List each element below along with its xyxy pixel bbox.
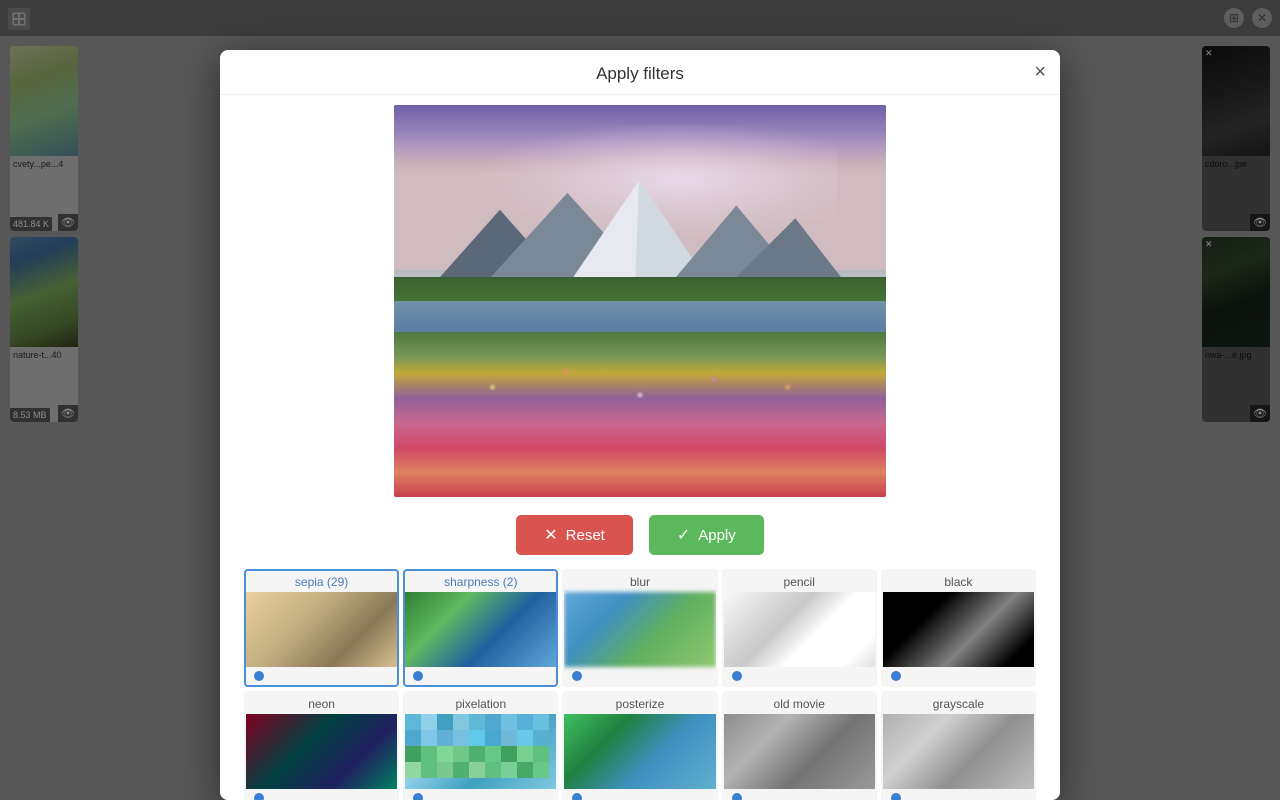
filter-pixelation-dot — [405, 789, 556, 800]
filter-grayscale-dot — [883, 789, 1034, 800]
filter-sharpness[interactable]: sharpness (2) — [403, 569, 558, 687]
modal-header: Apply filters × — [220, 50, 1060, 95]
modal-body: ✕ Reset ✓ Apply sepia (29) sharpne — [220, 95, 1060, 800]
filter-pencil-thumb — [724, 592, 875, 667]
filter-sepia[interactable]: sepia (29) — [244, 569, 399, 687]
filter-posterize-label: posterize — [564, 693, 715, 714]
apply-button[interactable]: ✓ Apply — [649, 515, 764, 555]
filter-pencil[interactable]: pencil — [722, 569, 877, 687]
filter-neon-thumb — [246, 714, 397, 789]
filter-grid: sepia (29) sharpness (2) blur — [240, 569, 1040, 800]
filter-old-movie[interactable]: old movie — [722, 691, 877, 800]
filter-pencil-label: pencil — [724, 571, 875, 592]
modal-title: Apply filters — [596, 64, 684, 84]
filter-black-thumb — [883, 592, 1034, 667]
filter-blur-thumb — [564, 592, 715, 667]
filter-sharpness-label: sharpness (2) — [405, 571, 556, 592]
filter-oldmovie-dot — [724, 789, 875, 800]
filter-oldmovie-thumb — [724, 714, 875, 789]
filter-pixelation-thumb — [405, 714, 556, 789]
reset-label: Reset — [566, 527, 605, 544]
filter-neon-label: neon — [246, 693, 397, 714]
preview-area — [240, 105, 1040, 497]
action-buttons: ✕ Reset ✓ Apply — [240, 507, 1040, 569]
filter-grayscale-thumb — [883, 714, 1034, 789]
filter-pencil-dot — [724, 667, 875, 685]
filter-pixelation[interactable]: pixelation — [403, 691, 558, 800]
filter-blur[interactable]: blur — [562, 569, 717, 687]
reset-button[interactable]: ✕ Reset — [516, 515, 633, 555]
filter-neon[interactable]: neon — [244, 691, 399, 800]
filter-oldmovie-label: old movie — [724, 693, 875, 714]
filter-sepia-label: sepia (29) — [246, 571, 397, 592]
filter-grayscale-label: grayscale — [883, 693, 1034, 714]
modal-overlay: Apply filters × — [0, 0, 1280, 800]
filter-sepia-thumb — [246, 592, 397, 667]
filter-black-dot — [883, 667, 1034, 685]
apply-label: Apply — [698, 527, 736, 544]
apply-icon: ✓ — [677, 525, 690, 545]
filter-neon-dot — [246, 789, 397, 800]
filter-blur-label: blur — [564, 571, 715, 592]
filter-black[interactable]: black — [881, 569, 1036, 687]
filter-sepia-dot — [246, 667, 397, 685]
filter-grayscale[interactable]: grayscale — [881, 691, 1036, 800]
filter-sharpness-dot — [405, 667, 556, 685]
apply-filters-modal: Apply filters × — [220, 50, 1060, 800]
filter-sharpness-thumb — [405, 592, 556, 667]
filter-pixelation-label: pixelation — [405, 693, 556, 714]
reset-icon: ✕ — [544, 525, 557, 545]
filter-posterize-thumb — [564, 714, 715, 789]
filter-posterize-dot — [564, 789, 715, 800]
filter-blur-dot — [564, 667, 715, 685]
modal-close-button[interactable]: × — [1034, 62, 1046, 82]
filter-posterize[interactable]: posterize — [562, 691, 717, 800]
filter-black-label: black — [883, 571, 1034, 592]
preview-image — [394, 105, 886, 497]
